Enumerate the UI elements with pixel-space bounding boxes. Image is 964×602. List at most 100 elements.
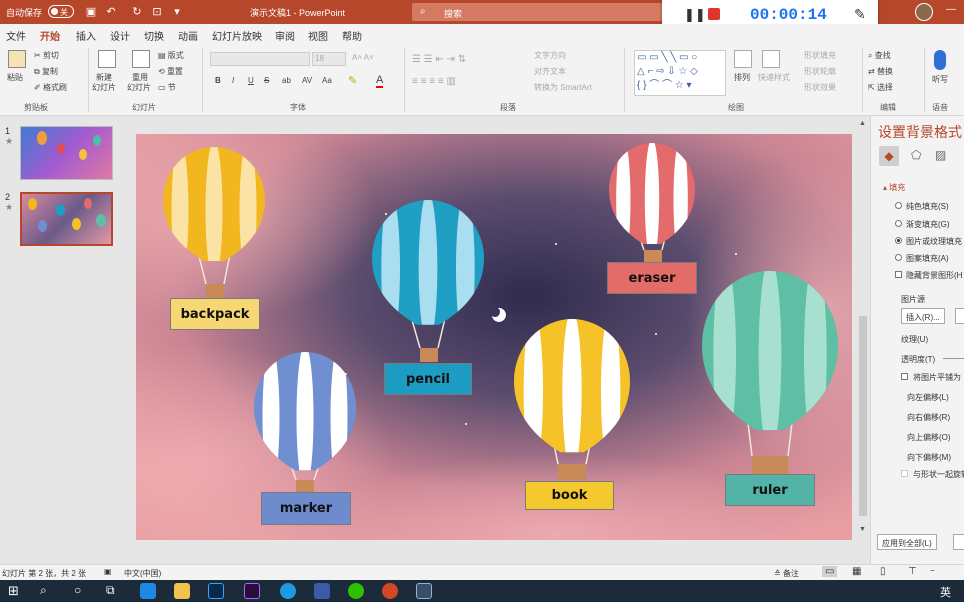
slide-thumbnail-2[interactable] xyxy=(20,192,113,246)
file-explorer-icon[interactable] xyxy=(174,583,190,599)
spellcheck-icon[interactable]: ▣ xyxy=(104,567,112,576)
highlight-icon[interactable]: ✎ xyxy=(348,74,357,87)
picture-tab-icon[interactable]: ▨ xyxy=(935,148,946,162)
label-ruler[interactable]: ruler xyxy=(725,474,815,506)
copy-button[interactable]: ⧉ 复制 xyxy=(34,66,58,77)
tab-transitions[interactable]: 切换 xyxy=(144,28,164,43)
fill-tab-icon[interactable]: ◆ xyxy=(879,146,899,166)
transparency-slider[interactable] xyxy=(943,358,964,359)
start-icon[interactable]: ⊞ xyxy=(8,583,19,599)
slideshow-view-icon[interactable]: ⊤ xyxy=(908,566,917,577)
tab-slideshow[interactable]: 幻灯片放映 xyxy=(212,28,262,43)
quick-styles-button[interactable]: 快速样式 xyxy=(758,72,790,83)
tile-checkbox[interactable] xyxy=(901,373,908,380)
effects-tab-icon[interactable]: ⬠ xyxy=(911,148,921,162)
redo-icon[interactable]: ↻ xyxy=(130,5,144,19)
select-button[interactable]: ⇱ 选择 xyxy=(868,82,893,93)
tab-file[interactable]: 文件 xyxy=(6,28,26,43)
tab-design[interactable]: 设计 xyxy=(110,28,130,43)
quick-styles-icon[interactable] xyxy=(762,50,780,68)
wechat-icon[interactable] xyxy=(348,583,364,599)
tab-review[interactable]: 审阅 xyxy=(275,28,295,43)
label-backpack[interactable]: backpack xyxy=(170,298,260,330)
undo-icon[interactable]: ↶ xyxy=(104,5,118,19)
solid-fill-radio[interactable] xyxy=(895,202,902,209)
powerpoint-icon[interactable] xyxy=(382,583,398,599)
presentation-icon[interactable]: ⊡ xyxy=(150,5,164,19)
minimize-icon[interactable]: — xyxy=(946,4,956,15)
cortana-icon[interactable]: ○ xyxy=(74,583,81,597)
notes-button[interactable]: ≙ 备注 xyxy=(774,568,799,579)
slide-scrollbar[interactable]: ▲ ▼ xyxy=(858,116,868,564)
stop-icon[interactable] xyxy=(708,8,720,20)
font-size-field[interactable]: 18 xyxy=(312,52,346,66)
language-indicator[interactable]: 中文(中国) xyxy=(124,568,161,579)
shape-effects-button[interactable]: 形状效果 xyxy=(804,82,836,93)
underline-button[interactable]: U xyxy=(248,76,254,85)
pen-icon[interactable]: ✎ xyxy=(854,6,866,23)
shape-fill-button[interactable]: 形状填充 xyxy=(804,50,836,61)
reading-view-icon[interactable]: ▯ xyxy=(880,566,886,577)
apply-to-all-button[interactable]: 应用到全部(L) xyxy=(877,534,937,550)
user-avatar[interactable] xyxy=(915,3,933,21)
layout-button[interactable]: ▤ 版式 xyxy=(158,50,184,61)
section-button[interactable]: ▭ 节 xyxy=(158,82,176,93)
bullets-icon[interactable]: ☰ ☰ ⇤ ⇥ ⇅ xyxy=(412,54,466,65)
autosave-toggle[interactable]: 关 xyxy=(48,5,74,18)
tab-animations[interactable]: 动画 xyxy=(178,28,198,43)
tab-help[interactable]: 帮助 xyxy=(342,28,362,43)
scroll-thumb[interactable] xyxy=(859,316,867,516)
fill-section-header[interactable]: ▴ 填充 xyxy=(883,182,905,193)
picture-fill-radio[interactable] xyxy=(895,237,902,244)
slide-sorter-icon[interactable]: ▦ xyxy=(852,566,861,577)
shapes-gallery[interactable]: ▭ ▭ ╲ ╲ ▭ ○ △ ⌐ ⇨ ⇩ ☆ ◇{ } ⌒ ⌒ ☆ ▾ xyxy=(634,50,726,96)
normal-view-icon[interactable]: ▭ xyxy=(822,566,838,577)
browser-icon[interactable] xyxy=(280,583,296,599)
scroll-up-icon[interactable]: ▲ xyxy=(859,120,866,127)
font-color-button[interactable]: A xyxy=(376,74,384,88)
italic-button[interactable]: I xyxy=(232,76,234,85)
insert-picture-button[interactable]: 插入(R)... xyxy=(901,308,945,324)
replace-button[interactable]: ⇄ 替换 xyxy=(868,66,893,77)
ime-indicator[interactable]: 英 xyxy=(940,584,951,600)
label-marker[interactable]: marker xyxy=(261,492,351,525)
label-book[interactable]: book xyxy=(525,481,614,510)
format-painter-button[interactable]: ✐ 格式刷 xyxy=(34,82,67,93)
save-icon[interactable]: ▣ xyxy=(84,5,98,19)
align-icons[interactable]: ≡ ≡ ≡ ≡ ▥ xyxy=(412,76,456,87)
photoshop-icon[interactable] xyxy=(208,583,224,599)
grow-font-icon[interactable]: A˄ A˅ xyxy=(352,53,374,62)
reuse-slides-icon[interactable] xyxy=(132,50,150,68)
find-button[interactable]: ⌕ 查找 xyxy=(868,50,891,61)
edge-icon[interactable] xyxy=(140,583,156,599)
recorder-app-icon[interactable] xyxy=(416,583,432,599)
scroll-down-icon[interactable]: ▼ xyxy=(859,526,866,533)
arrange-icon[interactable] xyxy=(734,50,752,68)
hide-graphics-checkbox[interactable] xyxy=(895,271,902,278)
align-text-button[interactable]: 对齐文本 xyxy=(534,66,566,77)
tab-insert[interactable]: 插入 xyxy=(76,28,96,43)
rotate-with-shape-checkbox[interactable] xyxy=(901,470,908,477)
paste-button[interactable]: 粘贴 xyxy=(7,72,23,83)
label-pencil[interactable]: pencil xyxy=(384,363,472,395)
search-box[interactable]: ⌕ 搜索 xyxy=(412,3,662,21)
strikethrough-button[interactable]: S xyxy=(264,76,269,85)
gradient-fill-radio[interactable] xyxy=(895,220,902,227)
pattern-fill-radio[interactable] xyxy=(895,254,902,261)
tab-view[interactable]: 视图 xyxy=(308,28,328,43)
label-eraser[interactable]: eraser xyxy=(607,262,697,294)
microphone-icon[interactable] xyxy=(934,50,946,70)
dictate-button[interactable]: 听写 xyxy=(932,74,948,85)
shape-outline-button[interactable]: 形状轮廓 xyxy=(804,66,836,77)
task-view-icon[interactable]: ⧉ xyxy=(106,583,115,598)
search-taskbar-icon[interactable]: ⌕ xyxy=(40,583,47,598)
customize-quick-access-icon[interactable]: ▾ xyxy=(170,5,184,19)
paste-icon[interactable] xyxy=(8,50,26,68)
premiere-icon[interactable] xyxy=(244,583,260,599)
char-spacing-button[interactable]: AV xyxy=(302,76,312,85)
reset-background-button[interactable] xyxy=(953,534,964,550)
pause-icon[interactable]: ❚❚ xyxy=(684,7,706,23)
font-name-field[interactable] xyxy=(210,52,310,66)
slide-canvas[interactable]: backpack pencil eraser marker book ruler xyxy=(136,134,852,540)
new-slide-icon[interactable] xyxy=(98,50,116,68)
